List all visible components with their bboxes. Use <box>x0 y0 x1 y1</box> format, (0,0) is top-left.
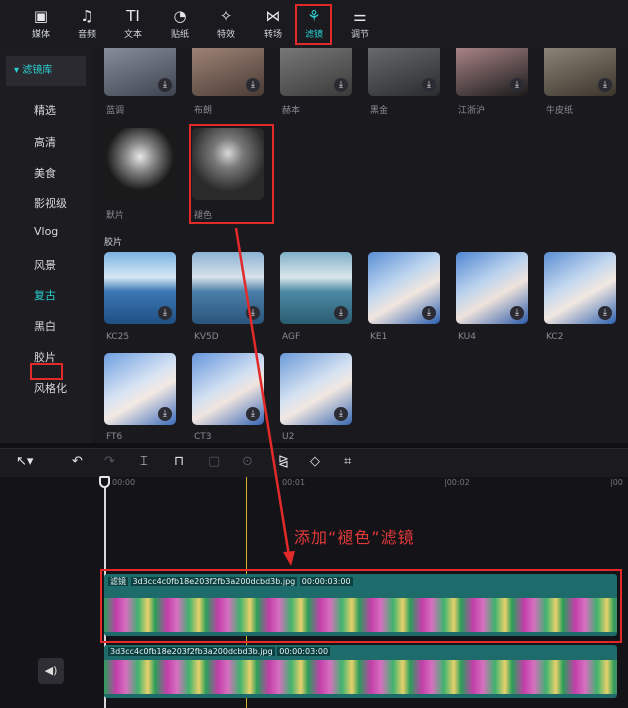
annotation-arrow <box>234 227 295 566</box>
